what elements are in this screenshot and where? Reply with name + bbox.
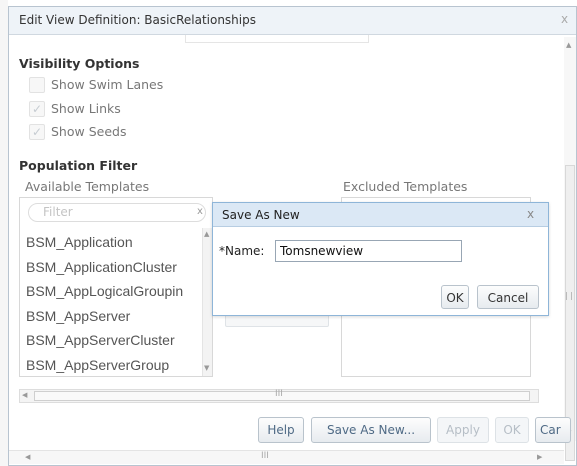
main-vertical-scrollbar[interactable]: ▲ ▼ [564, 37, 576, 461]
show-swim-lanes-checkbox[interactable] [29, 77, 45, 93]
list-item[interactable]: BSM_ApplicationCluster [26, 259, 177, 275]
outer-hscroll-right-icon[interactable]: ▶ [537, 453, 542, 461]
show-seeds-checkbox[interactable]: ✓ [29, 124, 45, 140]
resize-grip-icon[interactable] [566, 292, 572, 300]
hscroll-grip-icon: III [275, 389, 283, 399]
show-links-checkbox[interactable]: ✓ [29, 101, 45, 117]
list-item[interactable]: BSM_AppServerGroup [26, 357, 169, 373]
filter-placeholder: Filter [43, 205, 73, 219]
popup-cancel-button[interactable]: Cancel [477, 285, 539, 309]
show-seeds-label: Show Seeds [51, 124, 127, 139]
outer-hscroll-grip-icon: III [261, 451, 269, 461]
list-item[interactable]: BSM_AppServer [26, 308, 130, 324]
popup-close-icon[interactable]: x [527, 207, 534, 221]
header-remnant-bar [185, 35, 369, 43]
list-scroll-down-icon[interactable]: ▼ [204, 364, 209, 372]
ok-button[interactable]: OK [495, 417, 529, 443]
visibility-options-heading: Visibility Options [19, 56, 140, 71]
show-swim-lanes-label: Show Swim Lanes [51, 77, 164, 92]
scroll-up-arrow-icon[interactable]: ▲ [566, 41, 571, 49]
dialog-title: Edit View Definition: BasicRelationships [19, 13, 256, 27]
outer-hscroll-left-icon[interactable]: ◀ [25, 453, 30, 461]
hscroll-left-icon[interactable]: ◀ [22, 391, 27, 399]
filter-clear-icon[interactable]: x [197, 206, 203, 217]
check-icon: ✓ [31, 125, 43, 139]
save-as-new-button[interactable]: Save As New... [311, 417, 431, 443]
show-links-label: Show Links [51, 101, 121, 116]
apply-button[interactable]: Apply [437, 417, 489, 443]
name-input[interactable] [275, 240, 462, 262]
excluded-templates-label: Excluded Templates [343, 179, 468, 194]
cancel-button[interactable]: Car [535, 417, 571, 443]
list-item[interactable]: BSM_Application [26, 234, 133, 250]
content-horizontal-scrollbar[interactable]: ◀ III [19, 389, 539, 403]
background-edge [0, 0, 8, 466]
dialog-close-icon[interactable]: x [561, 12, 568, 26]
list-item[interactable]: BSM_AppServerCluster [26, 332, 175, 348]
popup-ok-button[interactable]: OK [441, 285, 469, 309]
population-filter-heading: Population Filter [19, 158, 138, 173]
list-item[interactable]: BSM_AppLogicalGroupin [26, 283, 183, 299]
popup-header: Save As New x [213, 203, 548, 227]
available-templates-list[interactable]: Filter x BSM_Application BSM_Application… [19, 197, 213, 377]
dialog-header: Edit View Definition: BasicRelationships… [9, 7, 576, 35]
hscroll-thumb[interactable]: III [34, 389, 530, 401]
available-templates-label: Available Templates [25, 179, 150, 194]
name-field-label: *Name: [219, 244, 265, 258]
check-icon: ✓ [31, 102, 43, 116]
list-scroll-up-icon[interactable]: ▲ [204, 230, 209, 238]
popup-title: Save As New [222, 208, 300, 222]
help-button[interactable]: Help [258, 417, 304, 443]
list-vertical-scrollbar[interactable]: ▲ ▼ [202, 228, 212, 376]
save-as-new-popup: Save As New x *Name: OK Cancel [212, 202, 549, 316]
filter-input[interactable]: Filter x [28, 203, 206, 222]
dialog-horizontal-scrollbar[interactable]: ◀ III ▶ [9, 450, 564, 464]
